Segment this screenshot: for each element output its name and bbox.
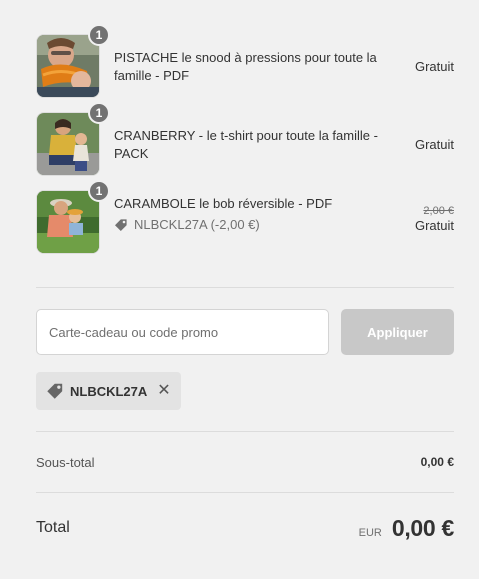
list-item: 1 CRANBERRY - le t-shirt pour toute la f… bbox=[36, 102, 454, 176]
subtotal-row: Sous-total 0,00 € bbox=[36, 432, 454, 492]
product-title: CARAMBOLE le bob réversible - PDF bbox=[114, 196, 333, 211]
total-amount: EUR 0,00 € bbox=[358, 514, 455, 542]
product-thumbnail: 1 bbox=[36, 102, 110, 176]
total-label: Total bbox=[36, 519, 70, 536]
list-item: 1 CARAMBOLE le bob réversible - PDF NLBC… bbox=[36, 180, 454, 254]
discount-code-label: NLBCKL27A (-2,00 €) bbox=[134, 217, 260, 232]
item-discount: NLBCKL27A (-2,00 €) bbox=[114, 217, 382, 232]
product-title: PISTACHE le snood à pressions pour toute… bbox=[114, 50, 377, 83]
item-price: Gratuit bbox=[414, 218, 454, 233]
item-price: Gratuit bbox=[414, 59, 454, 74]
cart-items: 1 PISTACHE le snood à pressions pour tou… bbox=[36, 0, 454, 254]
promo-code-input[interactable] bbox=[36, 309, 329, 355]
product-image bbox=[36, 190, 100, 254]
product-image bbox=[36, 112, 100, 176]
total-value: 0,00 € bbox=[391, 514, 454, 541]
tag-icon bbox=[114, 218, 128, 232]
item-info: CRANBERRY - le t-shirt pour toute la fam… bbox=[114, 112, 382, 163]
applied-code-label: NLBCKL27A bbox=[70, 383, 148, 399]
quantity-badge: 1 bbox=[88, 180, 110, 202]
tag-icon bbox=[46, 382, 64, 400]
item-info: PISTACHE le snood à pressions pour toute… bbox=[114, 34, 382, 85]
subtotal-value: 0,00 € bbox=[420, 455, 454, 469]
remove-discount-icon[interactable]: ✕ bbox=[157, 383, 170, 399]
quantity-badge: 1 bbox=[88, 102, 110, 124]
total-row: Total EUR 0,00 € bbox=[36, 493, 454, 563]
currency-code: EUR bbox=[358, 526, 382, 539]
order-summary: 1 PISTACHE le snood à pressions pour tou… bbox=[36, 0, 454, 563]
apply-promo-button[interactable]: Appliquer bbox=[341, 309, 454, 355]
product-image bbox=[36, 34, 100, 98]
promo-code-form: Appliquer bbox=[36, 309, 454, 355]
product-thumbnail: 1 bbox=[36, 180, 110, 254]
item-info: CARAMBOLE le bob réversible - PDF NLBCKL… bbox=[114, 190, 382, 232]
list-item: 1 PISTACHE le snood à pressions pour tou… bbox=[36, 24, 454, 98]
item-price: Gratuit bbox=[414, 137, 454, 152]
divider bbox=[36, 287, 454, 288]
applied-discount-tag: NLBCKL27A ✕ bbox=[36, 372, 181, 410]
item-price-block: 2,00 € Gratuit bbox=[415, 204, 454, 233]
product-thumbnail: 1 bbox=[36, 24, 110, 98]
original-price: 2,00 € bbox=[423, 205, 454, 217]
product-title: CRANBERRY - le t-shirt pour toute la fam… bbox=[114, 128, 378, 161]
quantity-badge: 1 bbox=[88, 24, 110, 46]
subtotal-label: Sous-total bbox=[36, 454, 95, 470]
